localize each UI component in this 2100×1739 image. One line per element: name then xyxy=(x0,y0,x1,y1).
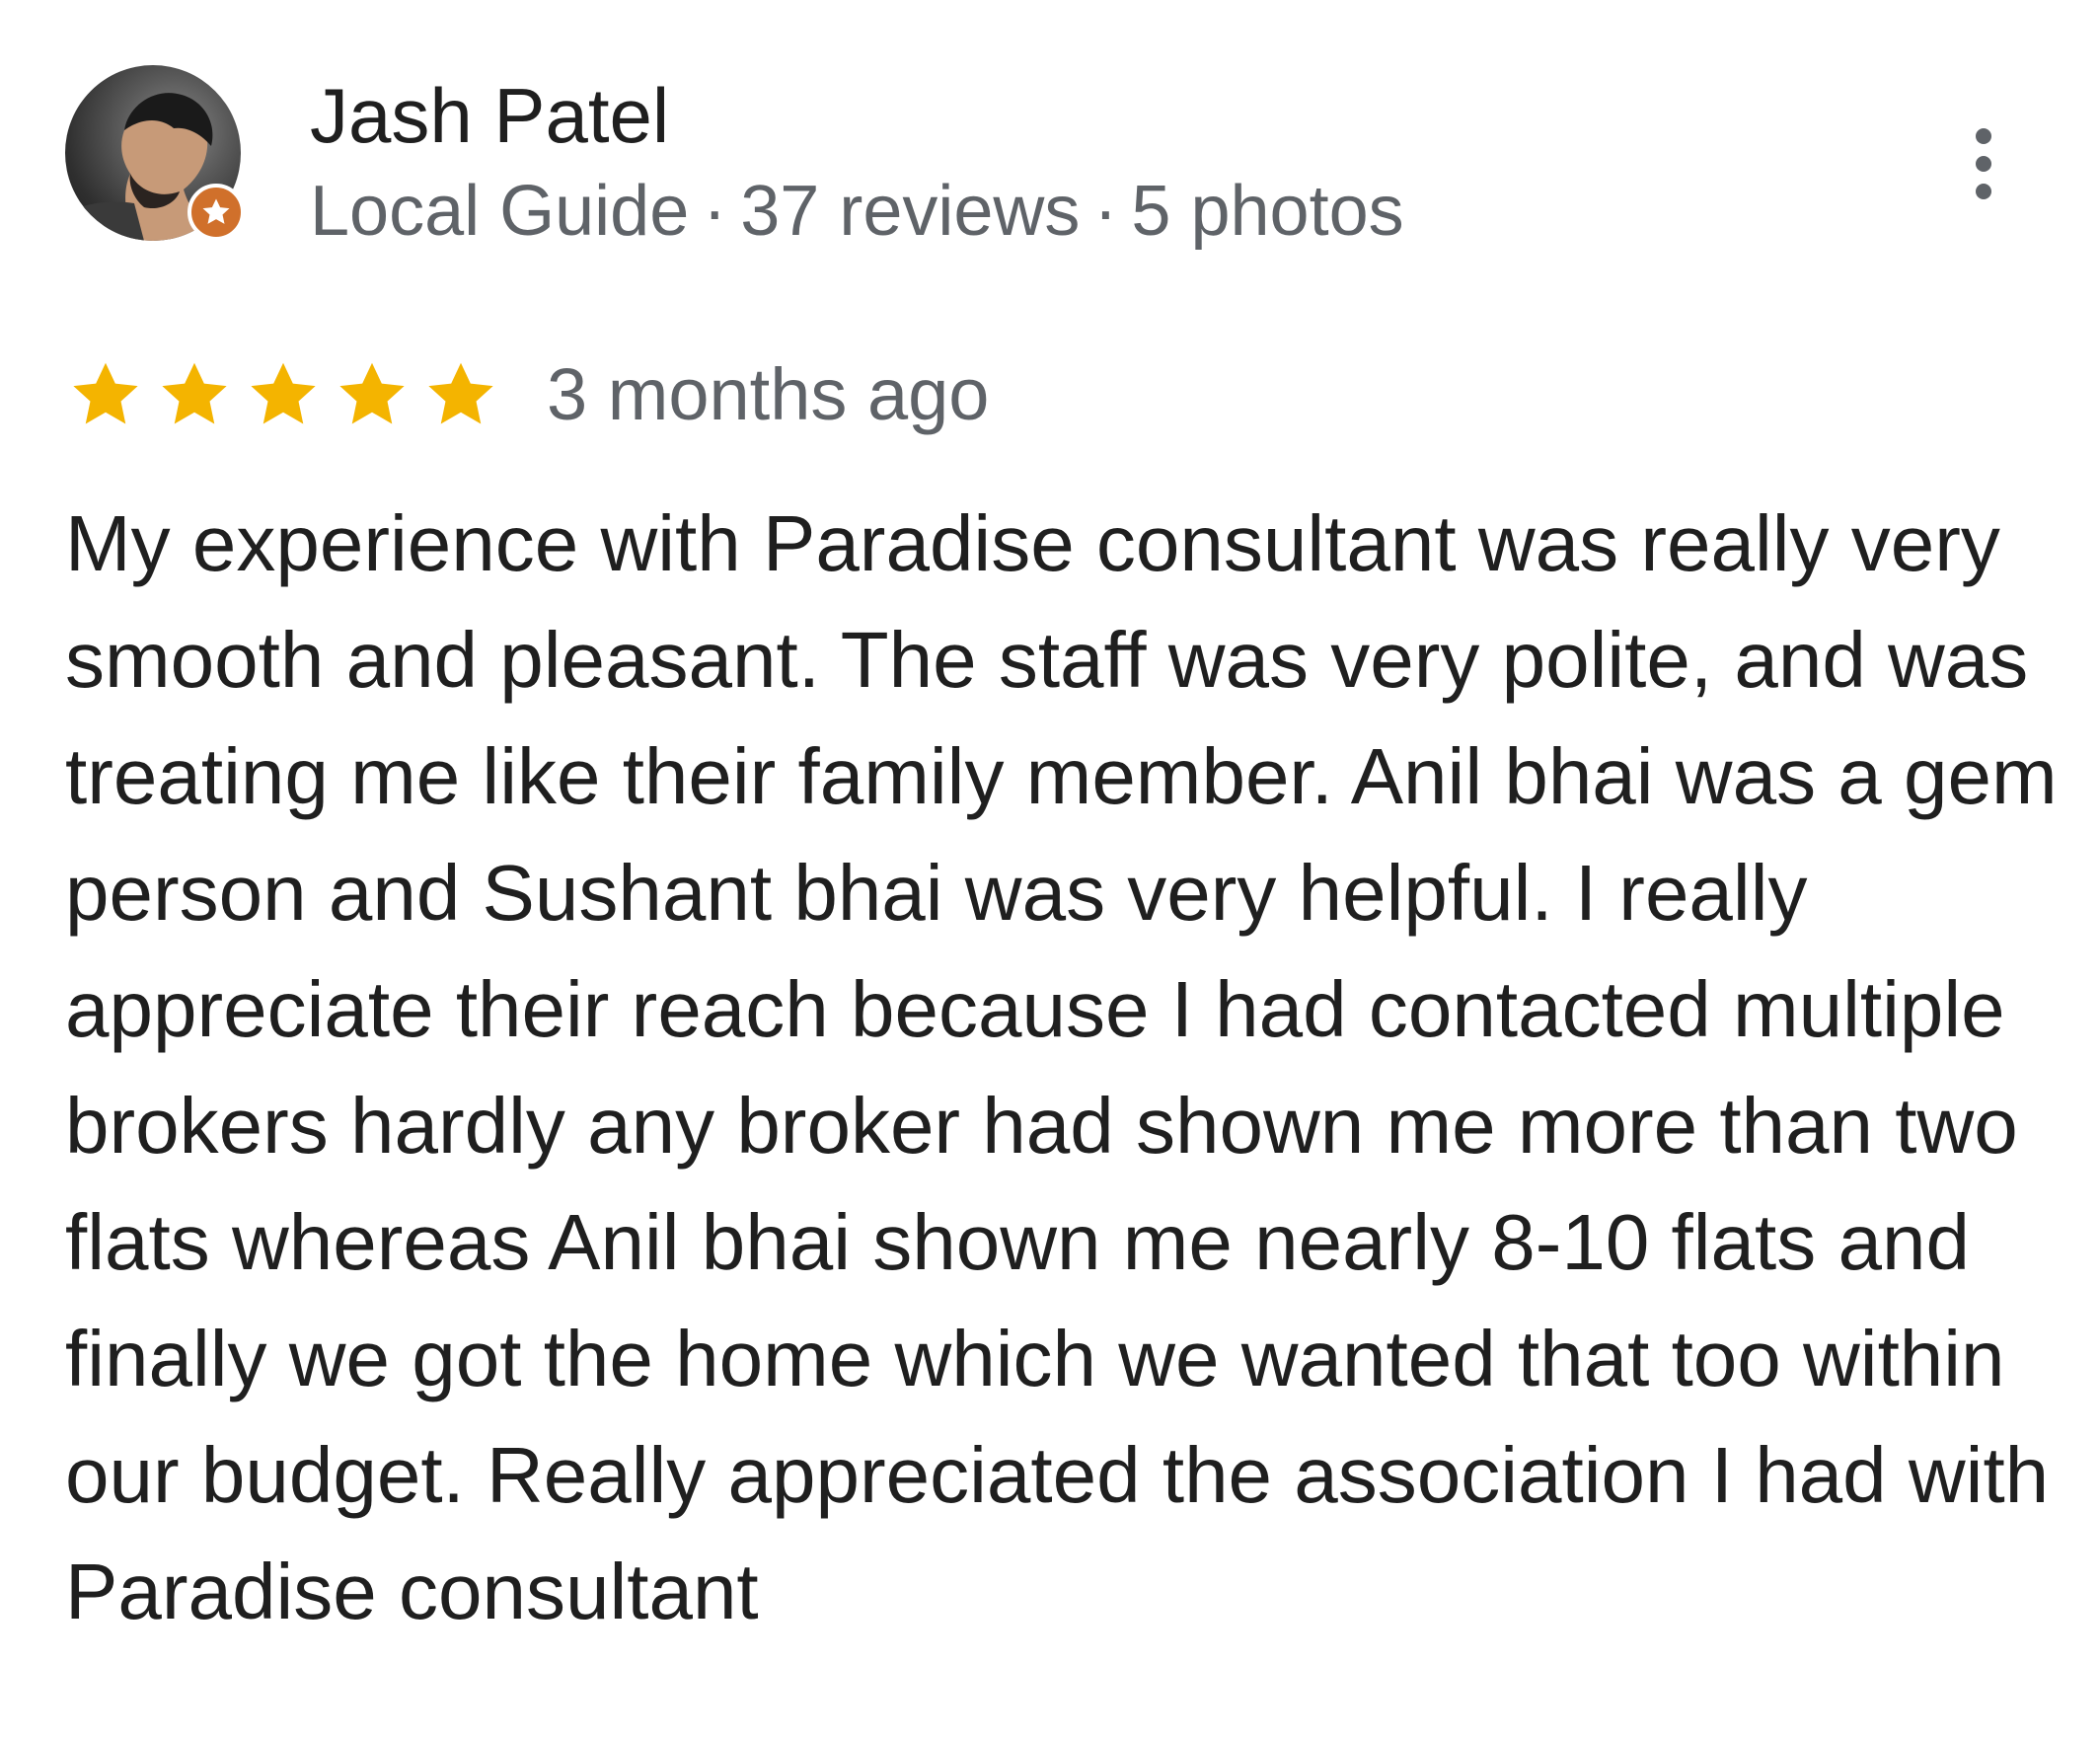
review-card: Jash Patel Local Guide · 37 reviews · 5 phot… xyxy=(0,0,2100,1739)
more-vertical-icon xyxy=(1976,128,1991,144)
review-body: My experience with Paradise consultant w… xyxy=(65,499,2058,1635)
author-avatar[interactable] xyxy=(65,65,245,241)
star-rating xyxy=(67,357,499,432)
star-icon xyxy=(428,362,493,424)
star-icon xyxy=(73,362,138,424)
meta-separator: · xyxy=(703,172,727,251)
badge-star-icon xyxy=(202,198,230,224)
local-guide-label: Local Guide xyxy=(310,172,690,251)
local-guide-star-badge-icon xyxy=(188,184,245,241)
star-icon xyxy=(251,362,316,424)
star-icon xyxy=(339,362,405,424)
more-options-button[interactable] xyxy=(1960,128,2007,199)
star-icon xyxy=(162,362,227,424)
review-time: 3 months ago xyxy=(547,353,990,435)
more-vertical-icon xyxy=(1976,156,1991,172)
reviews-count: 37 reviews xyxy=(740,172,1081,251)
meta-separator: · xyxy=(1093,172,1118,251)
rating-row: 3 months ago xyxy=(67,347,989,442)
photos-count: 5 photos xyxy=(1131,172,1404,251)
more-vertical-icon xyxy=(1976,184,1991,199)
author-name[interactable]: Jash Patel xyxy=(310,71,669,160)
author-meta: Local Guide · 37 reviews · 5 photos xyxy=(310,170,1404,253)
